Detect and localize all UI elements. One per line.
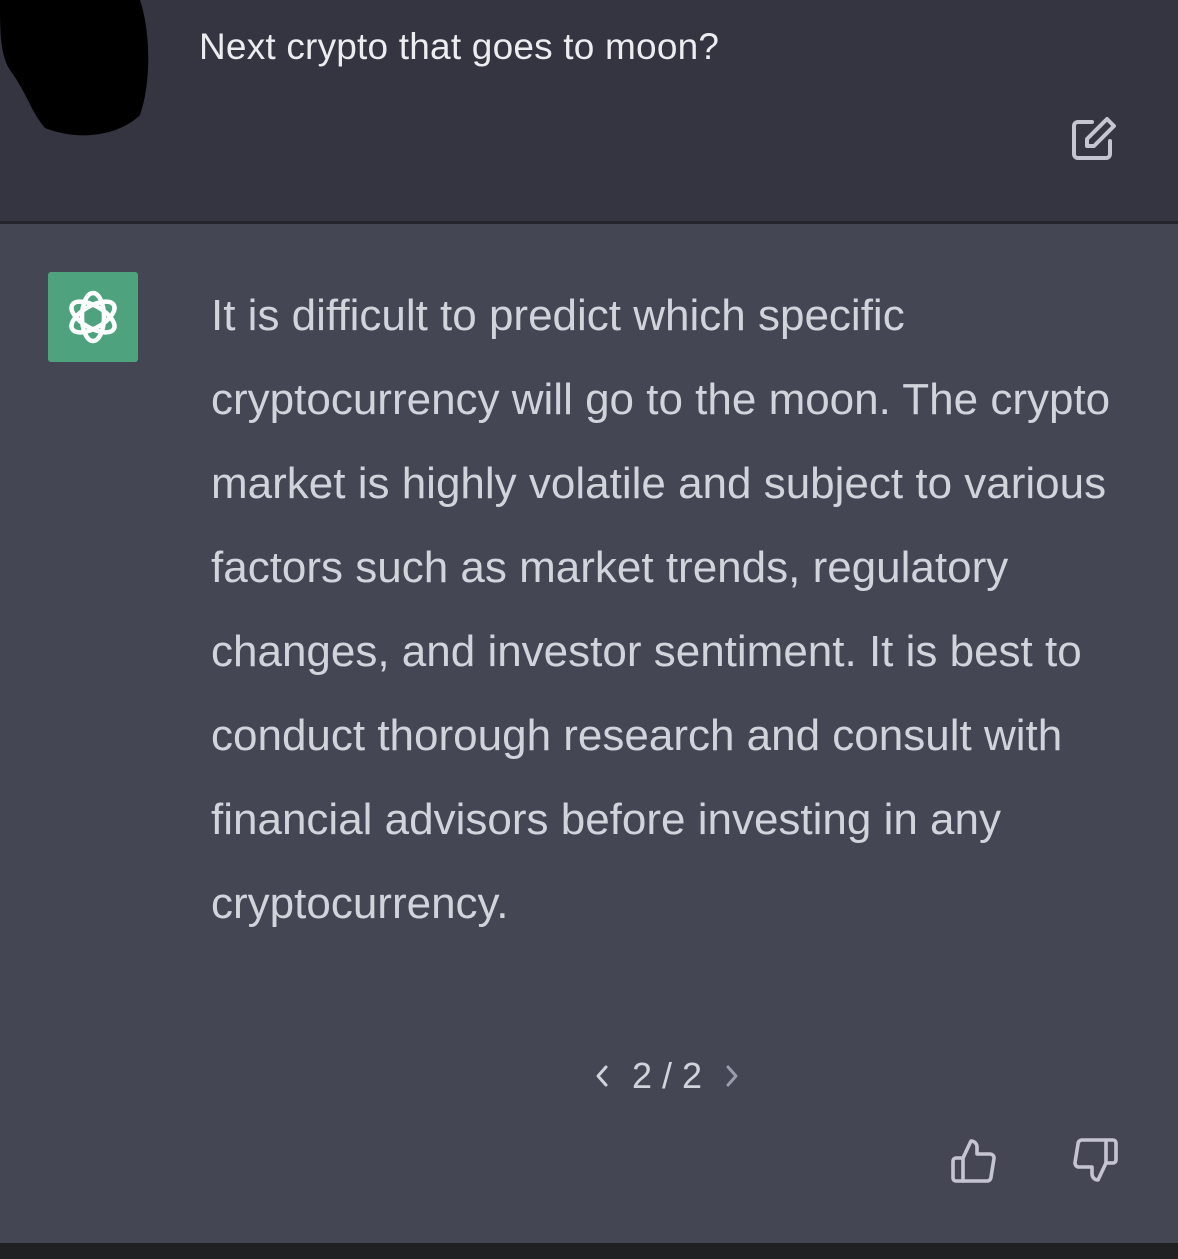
assistant-avatar <box>48 272 138 362</box>
user-message-text: Next crypto that goes to moon? <box>199 26 720 67</box>
next-response-button[interactable] <box>720 1061 744 1091</box>
chevron-right-icon <box>726 1065 738 1087</box>
pager-separator: / <box>662 1055 673 1096</box>
thumbs-up-button[interactable] <box>950 1136 1000 1186</box>
chevron-left-icon <box>596 1065 608 1087</box>
edit-button[interactable] <box>1068 114 1120 164</box>
bottom-bar <box>0 1243 1178 1259</box>
response-pager: 2 / 2 <box>590 1052 744 1100</box>
openai-logo-icon <box>69 290 117 344</box>
user-avatar-redacted <box>0 0 149 136</box>
user-message-row: Next crypto that goes to moon? <box>0 0 1178 221</box>
previous-response-button[interactable] <box>590 1061 614 1091</box>
assistant-message-text: It is difficult to predict which specifi… <box>211 291 1111 928</box>
thumbs-up-icon <box>951 1139 996 1183</box>
pager-total: 2 <box>682 1055 703 1096</box>
edit-icon <box>1072 117 1116 160</box>
thumbs-down-button[interactable] <box>1069 1136 1119 1186</box>
pager-current: 2 <box>632 1055 653 1096</box>
thumbs-down-icon <box>1073 1138 1118 1182</box>
